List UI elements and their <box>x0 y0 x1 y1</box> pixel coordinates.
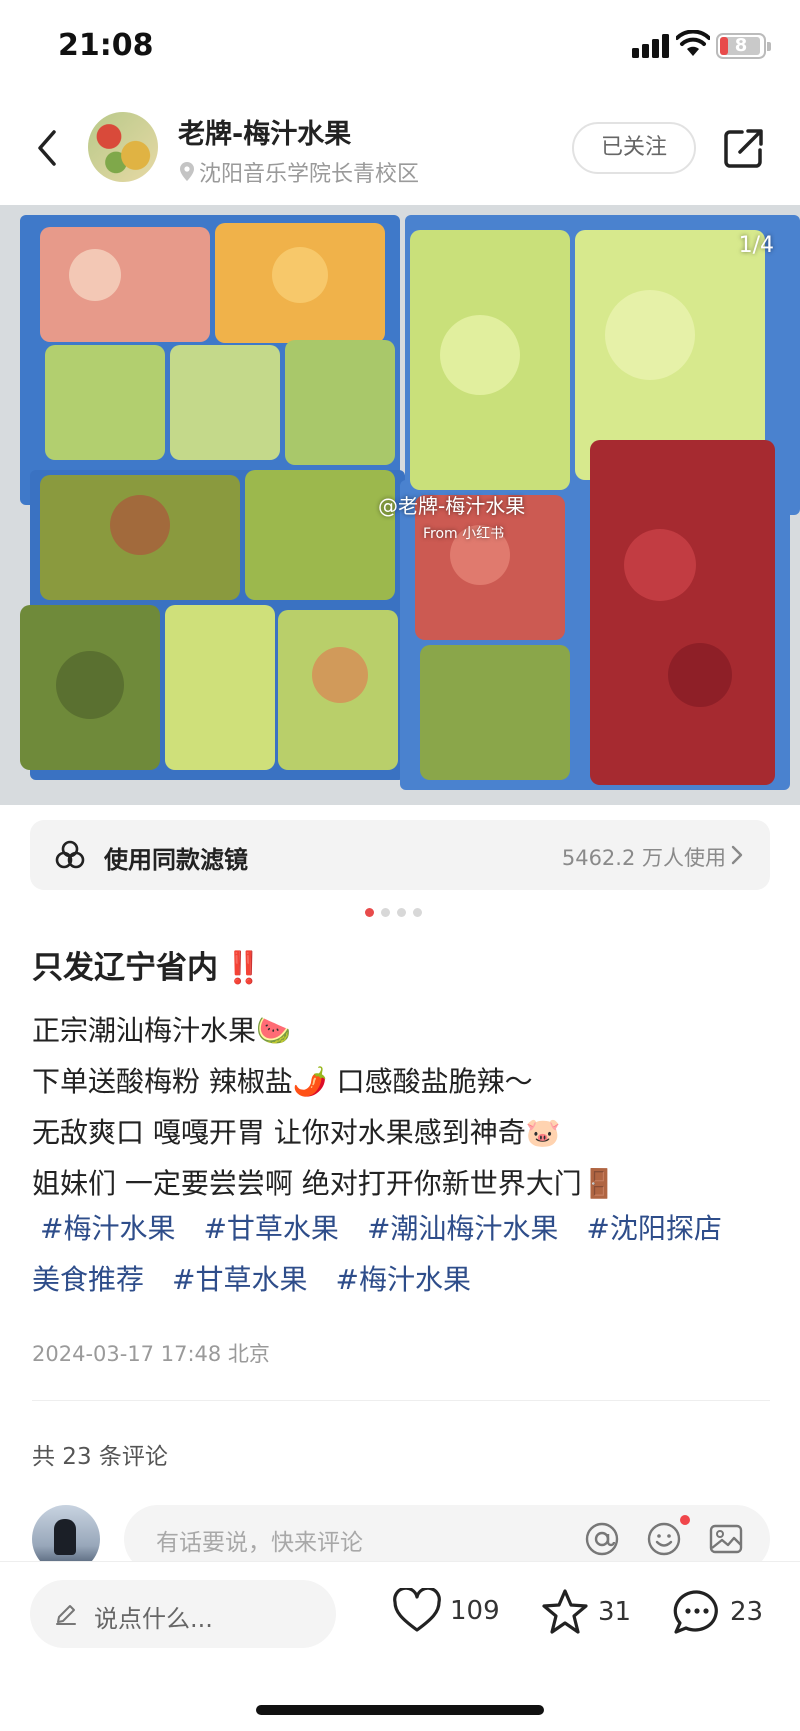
battery-text: 8 <box>734 35 748 56</box>
filter-users: 5462.2 万人使用 <box>561 846 726 870</box>
hashtag[interactable]: #甘草水果 <box>172 1263 307 1296</box>
battery-icon: 8 <box>716 33 771 59</box>
pencil-icon <box>56 1605 76 1625</box>
follow-button[interactable]: 已关注 <box>572 122 696 174</box>
hashtag[interactable]: #甘草水果 <box>203 1212 338 1245</box>
hashtag[interactable]: #梅汁水果 <box>335 1263 470 1296</box>
image-counter: 1/4 <box>738 233 774 258</box>
at-mention-icon[interactable] <box>584 1521 620 1557</box>
battery-cap <box>767 42 771 51</box>
collect-button[interactable]: 31 <box>540 1588 631 1636</box>
emoji-icon[interactable] <box>646 1521 682 1557</box>
post-line: 下单送酸梅粉 辣椒盐🌶️ 口感酸盐脆辣～ <box>32 1065 533 1098</box>
hashtag[interactable]: 美食推荐 <box>32 1263 144 1296</box>
comment-placeholder: 有话要说，快来评论 <box>156 1530 363 1556</box>
same-filter-banner[interactable]: 使用同款滤镜 5462.2 万人使用 <box>30 820 770 890</box>
avatar-figure <box>54 1519 76 1555</box>
status-bar: 21:08 8 <box>0 0 800 100</box>
post-line: 正宗潮汕梅汁水果🍉 <box>32 1014 291 1047</box>
heart-icon <box>393 1588 441 1632</box>
say-placeholder: 说点什么... <box>94 1605 213 1633</box>
carousel-dot-1[interactable] <box>365 908 374 917</box>
post-title-emoji: ‼️ <box>224 950 263 986</box>
collect-count: 31 <box>598 1597 632 1627</box>
note-header: 老牌-梅汁水果 沈阳音乐学院长青校区 已关注 <box>0 100 800 205</box>
comment-input-row: 有话要说，快来评论 <box>0 1505 800 1561</box>
location-tag[interactable]: 沈阳音乐学院长青校区 <box>178 156 419 188</box>
home-indicator[interactable] <box>256 1705 544 1715</box>
wifi-icon <box>676 30 710 56</box>
divider <box>32 1400 770 1401</box>
notification-dot <box>680 1515 690 1525</box>
user-avatar[interactable] <box>32 1505 100 1561</box>
star-icon <box>542 1589 588 1634</box>
carousel-dot-3[interactable] <box>397 908 406 917</box>
comment-count: 共 23 条评论 <box>32 1444 168 1470</box>
hashtag[interactable]: #沈阳探店 <box>586 1212 721 1245</box>
bottom-action-bar: 说点什么... 109 31 23 <box>0 1561 800 1731</box>
signal-icon <box>632 34 669 58</box>
post-body: 正宗潮汕梅汁水果🍉 下单送酸梅粉 辣椒盐🌶️ 口感酸盐脆辣～ 无敌爽口 嘎嘎开胃… <box>32 1005 772 1209</box>
carousel-dot-2[interactable] <box>381 908 390 917</box>
hashtag[interactable]: #梅汁水果 <box>40 1212 175 1245</box>
chevron-right-icon <box>731 845 743 865</box>
like-button[interactable]: 109 <box>392 1588 500 1634</box>
status-time: 21:08 <box>58 28 154 63</box>
author-name[interactable]: 老牌-梅汁水果 <box>178 112 351 151</box>
watermark-source: From 小红书 <box>423 526 505 542</box>
filter-icon <box>55 840 85 869</box>
post-date: 2024-03-17 17:48 北京 <box>32 1342 270 1366</box>
watermark: @老牌-梅汁水果 From 小红书 <box>378 490 525 543</box>
filter-label: 使用同款滤镜 <box>104 846 248 874</box>
post-tags: #梅汁水果 #甘草水果 #潮汕梅汁水果 #沈阳探店 美食推荐 #甘草水果 #梅汁水果 <box>32 1203 782 1305</box>
comment-bubble-icon <box>673 1590 718 1634</box>
image-icon[interactable] <box>708 1521 744 1557</box>
location-text: 沈阳音乐学院长青校区 <box>199 162 420 187</box>
post-line: 姐妹们 一定要尝尝啊 绝对打开你新世界大门🚪 <box>32 1167 617 1200</box>
back-arrow-icon[interactable] <box>30 124 66 172</box>
share-icon[interactable] <box>722 126 766 170</box>
hashtag[interactable]: #潮汕梅汁水果 <box>367 1212 558 1245</box>
watermark-handle: @老牌-梅汁水果 <box>378 494 526 518</box>
author-avatar[interactable] <box>88 112 158 182</box>
post-line: 无敌爽口 嘎嘎开胃 让你对水果感到神奇🐷 <box>32 1116 561 1149</box>
comment-button[interactable]: 23 <box>672 1588 763 1636</box>
note-image[interactable]: 1/4 @老牌-梅汁水果 From 小红书 <box>0 205 800 805</box>
post-title-text: 只发辽宁省内 <box>32 950 218 986</box>
like-count: 109 <box>450 1596 500 1626</box>
comment-count-bottom: 23 <box>730 1597 764 1627</box>
comment-input[interactable]: 有话要说，快来评论 <box>124 1505 770 1561</box>
carousel-dots <box>365 908 422 917</box>
post-title: 只发辽宁省内 ‼️ <box>32 942 263 987</box>
carousel-dot-4[interactable] <box>413 908 422 917</box>
say-something-input[interactable]: 说点什么... <box>30 1580 336 1648</box>
location-pin-icon <box>180 162 194 181</box>
